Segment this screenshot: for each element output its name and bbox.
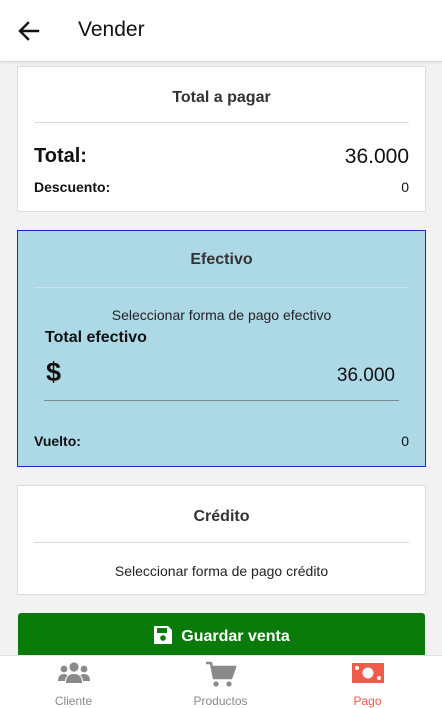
page-title: Vender xyxy=(78,18,145,41)
cash-amount-input[interactable]: $ 36.000 xyxy=(44,353,399,401)
total-value: 36.000 xyxy=(344,145,409,168)
save-sale-label: Guardar venta xyxy=(181,628,290,645)
nav-label-pago: Pago xyxy=(353,694,382,708)
nav-item-productos[interactable]: Productos xyxy=(147,656,294,708)
discount-value: 0 xyxy=(401,179,409,195)
change-label: Vuelto: xyxy=(34,433,81,449)
cash-amount-value: 36.000 xyxy=(336,365,395,386)
credit-payment-card[interactable]: Crédito Seleccionar forma de pago crédit… xyxy=(17,485,426,595)
floppy-disk-icon xyxy=(153,625,173,645)
change-value: 0 xyxy=(401,433,409,449)
nav-item-cliente[interactable]: Cliente xyxy=(0,656,147,708)
total-card-heading: Total a pagar xyxy=(172,89,271,106)
shopping-cart-icon xyxy=(205,661,237,694)
divider xyxy=(34,287,409,288)
nav-label-productos: Productos xyxy=(193,694,248,708)
total-label: Total: xyxy=(34,145,87,167)
credit-payment-hint: Seleccionar forma de pago crédito xyxy=(114,563,329,579)
money-bill-icon xyxy=(351,661,385,690)
total-card: Total a pagar Total: 36.000 Descuento: 0 xyxy=(17,66,426,212)
cash-payment-card[interactable]: Efectivo Seleccionar forma de pago efect… xyxy=(17,230,426,467)
bottom-navigation: Cliente Productos Pago xyxy=(0,655,442,708)
credit-card-heading: Crédito xyxy=(193,508,250,525)
save-sale-button[interactable]: Guardar venta xyxy=(18,613,425,659)
dollar-icon: $ xyxy=(46,357,62,387)
users-icon xyxy=(57,661,91,692)
cash-payment-hint: Seleccionar forma de pago efectivo xyxy=(111,307,332,323)
back-arrow-icon[interactable] xyxy=(14,16,44,46)
discount-label: Descuento: xyxy=(34,179,111,195)
nav-item-pago[interactable]: Pago xyxy=(294,656,441,708)
cash-card-heading: Efectivo xyxy=(190,251,253,268)
cash-total-label: Total efectivo xyxy=(45,329,147,346)
nav-label-cliente: Cliente xyxy=(54,694,93,708)
app-bar: Vender xyxy=(0,0,442,62)
divider xyxy=(34,122,409,123)
divider xyxy=(34,542,409,543)
